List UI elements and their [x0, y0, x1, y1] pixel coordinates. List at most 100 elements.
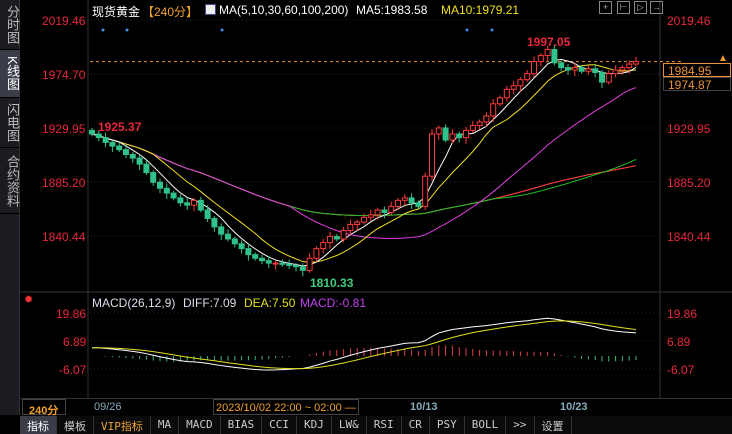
low-annotation: 1810.33	[310, 276, 354, 290]
candle-body	[503, 88, 510, 99]
candle-body	[531, 61, 537, 75]
sidebar-tab-kline[interactable]: K线图	[0, 50, 20, 98]
right-axis-label: 2019.46	[667, 14, 711, 28]
macd-axis-label: -6.07	[59, 363, 87, 377]
candle-body	[388, 205, 395, 213]
high-annotation: 1997.05	[527, 35, 571, 49]
candle-body	[578, 67, 585, 72]
candle-body	[109, 141, 116, 147]
period-label: 【240分】	[142, 5, 199, 19]
tab-4[interactable]: MACD	[179, 416, 221, 434]
candle-body	[401, 197, 408, 201]
candle-body	[136, 157, 143, 165]
cursor-time: 2023/10/02 22:00 ~ 02:00 —	[213, 399, 359, 415]
tab-10[interactable]: CR	[402, 416, 430, 434]
tab-9[interactable]: RSI	[367, 416, 402, 434]
ma-chart-icon[interactable]	[205, 4, 216, 15]
tab-5[interactable]: BIAS	[221, 416, 263, 434]
candle-body	[129, 153, 136, 159]
left-axis-label: 2019.46	[42, 14, 86, 28]
candle-body	[381, 209, 388, 213]
candle-body	[354, 221, 361, 225]
macd-dea: DEA:7.50	[244, 296, 296, 310]
macd-diff: DIFF:7.09	[183, 296, 237, 310]
candle-body	[143, 163, 150, 174]
candle-body	[537, 55, 544, 63]
candle-body	[238, 243, 245, 250]
candle-body	[429, 133, 435, 177]
candle-body	[211, 217, 218, 228]
macd-axis-label: 19.86	[56, 307, 87, 321]
right-axis-label: 1929.95	[667, 122, 711, 136]
candle-body	[279, 262, 286, 265]
sidebar-tab-timeshare[interactable]: 分时图	[0, 0, 20, 50]
candle-body	[286, 263, 293, 267]
tab-0[interactable]: 指标	[20, 416, 57, 434]
candle-body	[347, 223, 354, 232]
candle-body	[340, 230, 347, 240]
x-axis: 240分 ▲ 09/26 2023/10/02 22:00 ~ 02:00 — …	[20, 398, 732, 430]
period-selector[interactable]: 240分 ▲	[22, 399, 66, 430]
candle-body	[517, 79, 524, 87]
candle-body	[218, 226, 225, 235]
candle-body	[272, 262, 279, 265]
event-marker	[220, 28, 224, 32]
x-date: 10/23	[560, 401, 588, 413]
zoom-out-icon[interactable]: ▷	[634, 1, 647, 14]
tab-6[interactable]: CCI	[262, 416, 297, 434]
right-axis-label: 1885.20	[667, 176, 711, 190]
candle-body	[313, 248, 320, 259]
symbol-name: 现货黄金	[92, 5, 141, 19]
tab-2[interactable]: VIP指标	[94, 416, 151, 434]
candle-body	[422, 175, 429, 207]
move-right-icon[interactable]: →	[650, 1, 663, 14]
candle-body	[204, 209, 211, 219]
last-price-tag: 1984.95	[663, 63, 731, 78]
macd-axis-label: 19.86	[667, 307, 698, 321]
candle-body	[551, 49, 558, 64]
candle-body	[225, 233, 231, 240]
tab-14[interactable]: 设置	[535, 416, 572, 434]
candle-body	[565, 67, 571, 71]
candle-body	[469, 125, 476, 131]
crosshair-icon[interactable]: +	[599, 1, 612, 14]
candle-body	[612, 69, 619, 75]
candle-body	[633, 61, 639, 65]
candle-body	[558, 62, 565, 69]
candle-body	[150, 172, 157, 183]
candle-body	[170, 192, 177, 199]
candle-body	[252, 254, 259, 259]
event-marker	[101, 28, 105, 32]
sidebar-tab-flash[interactable]: 闪电图	[0, 98, 20, 148]
macd-label: MACD(26,12,9)	[92, 296, 176, 310]
tab-7[interactable]: KDJ	[297, 416, 332, 434]
zoom-in-icon[interactable]: ⊢	[617, 1, 630, 14]
sidebar: 分时图 K线图 闪电图 合约资料	[0, 0, 20, 415]
event-marker	[125, 28, 129, 32]
ma60-line	[91, 133, 637, 217]
candle-body	[102, 137, 109, 143]
candle-body	[599, 71, 605, 83]
tab-3[interactable]: MA	[151, 416, 180, 434]
candle-body	[95, 133, 102, 139]
candle-body	[619, 67, 626, 71]
candle-body	[177, 197, 184, 204]
tab-8[interactable]: LW&	[332, 416, 367, 434]
sidebar-tab-contract[interactable]: 合约资料	[0, 148, 20, 214]
indicator-toggle-icon[interactable]: ✹	[24, 293, 33, 306]
ma5-value: MA5:1983.58	[356, 3, 428, 17]
candle-body	[456, 133, 463, 139]
candle-body	[123, 149, 129, 155]
price-chart[interactable]	[20, 0, 732, 398]
candle-body	[361, 216, 367, 223]
candle-body	[333, 236, 340, 240]
candle-body	[367, 214, 374, 218]
tab-1[interactable]: 模板	[57, 416, 94, 434]
tab-12[interactable]: BOLL	[465, 416, 507, 434]
candle-body	[191, 199, 197, 206]
candle-body	[544, 49, 551, 57]
tab-13[interactable]: >>	[506, 416, 535, 434]
candle-body	[245, 248, 252, 256]
candle-body	[476, 121, 483, 127]
tab-11[interactable]: PSY	[430, 416, 465, 434]
